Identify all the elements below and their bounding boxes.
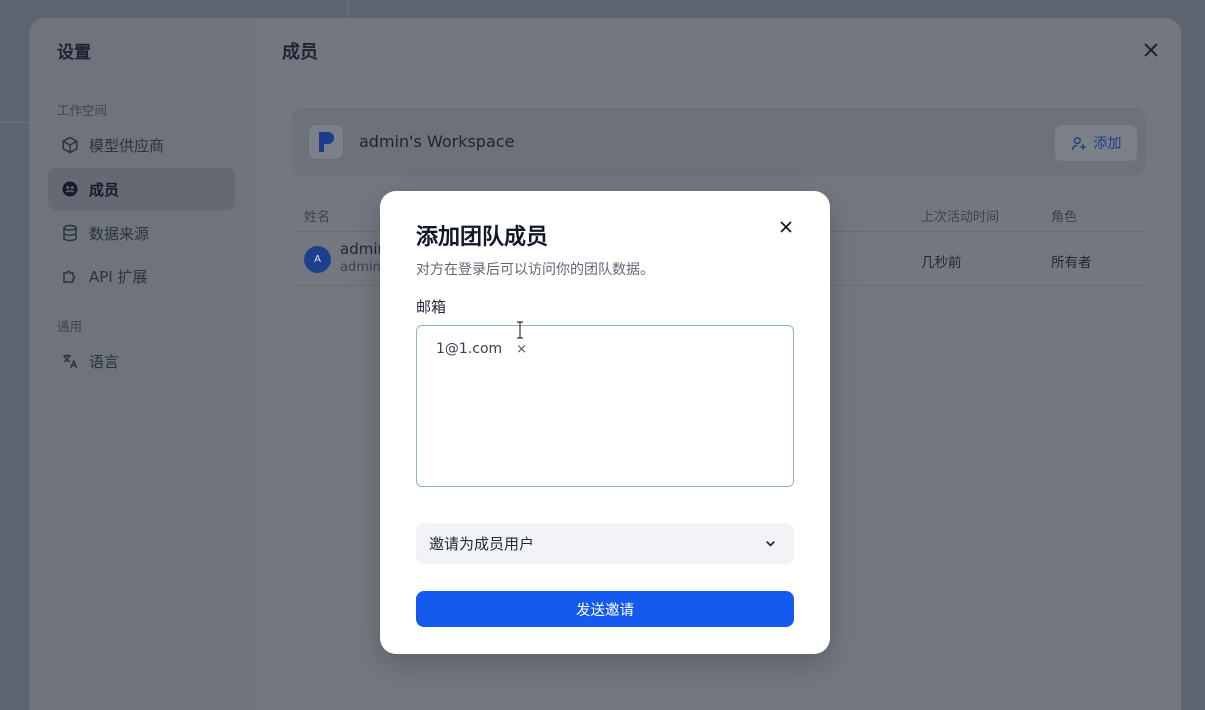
group-label-general: 通用 bbox=[57, 319, 83, 334]
sidebar-item-label: 数据来源 bbox=[89, 224, 150, 243]
sidebar-item-model-provider[interactable]: 模型供应商 bbox=[48, 124, 235, 166]
sidebar-item-language[interactable]: 语言 bbox=[48, 340, 235, 382]
email-tag-text: 1@1.com bbox=[436, 341, 503, 357]
avatar: A bbox=[304, 246, 331, 273]
database-icon bbox=[63, 224, 77, 242]
puzzle-icon bbox=[63, 270, 76, 283]
sidebar-item-api-extension[interactable]: API 扩展 bbox=[48, 255, 235, 297]
member-last-active: 几秒前 bbox=[921, 255, 962, 271]
workspace-card: admin's Workspace 添加 bbox=[292, 108, 1146, 176]
settings-title: 设置 bbox=[57, 43, 91, 63]
user-plus-icon bbox=[1071, 136, 1086, 150]
close-icon[interactable] bbox=[776, 217, 796, 237]
email-input[interactable]: 1@1.com × bbox=[416, 321, 794, 487]
sidebar-item-label: 成员 bbox=[89, 180, 120, 199]
add-member-button[interactable]: 添加 bbox=[1054, 124, 1138, 162]
add-member-label: 添加 bbox=[1093, 136, 1122, 152]
workspace-name: admin's Workspace bbox=[359, 132, 515, 151]
workspace-logo bbox=[308, 124, 344, 160]
send-invite-button[interactable]: 发送邀请 bbox=[416, 591, 794, 627]
users-icon bbox=[62, 181, 78, 197]
dialog-subtitle: 对方在登录后可以访问你的团队数据。 bbox=[416, 262, 654, 278]
member-email: admin bbox=[340, 260, 381, 275]
translate-icon bbox=[63, 354, 78, 369]
dialog-title: 添加团队成员 bbox=[416, 225, 549, 250]
email-label: 邮箱 bbox=[416, 298, 447, 316]
settings-sidebar: 设置 工作空间 模型供应商 成员 数据来源 API 扩展 通用 语言 bbox=[29, 18, 254, 710]
group-label-workspace: 工作空间 bbox=[57, 103, 108, 118]
remove-email-button[interactable]: × bbox=[516, 342, 527, 357]
role-select-value: 邀请为成员用户 bbox=[429, 535, 535, 553]
sidebar-item-members[interactable]: 成员 bbox=[48, 168, 235, 210]
close-icon[interactable] bbox=[1141, 40, 1161, 60]
chevron-down-icon bbox=[766, 541, 775, 547]
role-select[interactable]: 邀请为成员用户 bbox=[416, 523, 794, 564]
cube-icon bbox=[62, 136, 78, 154]
column-header-last-active: 上次活动时间 bbox=[921, 210, 1000, 225]
sidebar-item-label: API 扩展 bbox=[89, 267, 148, 286]
text-cursor-icon bbox=[517, 321, 523, 339]
email-tag: 1@1.com × bbox=[436, 341, 527, 357]
sidebar-item-label: 语言 bbox=[89, 352, 120, 371]
sidebar-item-label: 模型供应商 bbox=[89, 136, 165, 155]
column-header-role: 角色 bbox=[1051, 210, 1078, 225]
sidebar-item-data-source[interactable]: 数据来源 bbox=[48, 212, 235, 254]
page-title: 成员 bbox=[282, 42, 318, 63]
add-member-dialog: 添加团队成员 对方在登录后可以访问你的团队数据。 邮箱 1@1.com × 邀请… bbox=[380, 191, 830, 654]
member-role: 所有者 bbox=[1051, 255, 1092, 271]
column-header-name: 姓名 bbox=[304, 210, 331, 225]
